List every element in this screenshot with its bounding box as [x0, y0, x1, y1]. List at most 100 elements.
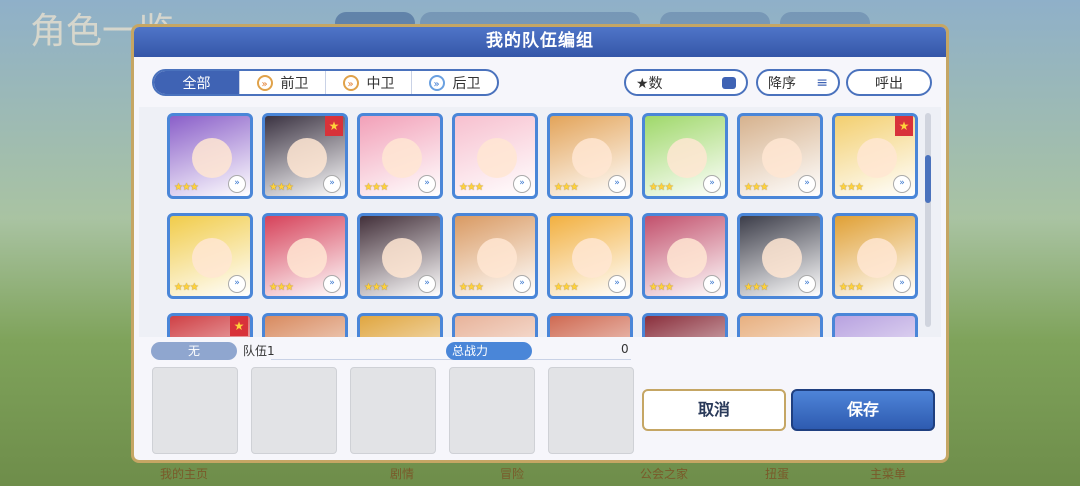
- position-icon: »: [798, 275, 816, 293]
- rearguard-icon: »: [428, 74, 445, 91]
- filter-vanguard[interactable]: » 前卫: [239, 71, 325, 94]
- character-card[interactable]: ★★★ »: [452, 113, 538, 199]
- team-slot-1[interactable]: [152, 367, 238, 454]
- star-rating-icon: ★★★: [744, 282, 769, 293]
- order-label: 降序: [768, 75, 796, 92]
- star-rating-icon: ★★★: [174, 182, 199, 193]
- team-edit-dialog: 我的队伍编组 全部 » 前卫 » 中卫 » 后卫 ★数 降序 ≡ 呼出 ★★★ …: [131, 24, 949, 463]
- character-card[interactable]: ★★★»: [737, 113, 823, 199]
- dialog-title: 我的队伍编组: [134, 27, 946, 57]
- star-rating-icon: ★★★: [649, 182, 674, 193]
- call-label: 呼出: [875, 75, 903, 92]
- character-card[interactable]: ★★★ »: [167, 113, 253, 199]
- bg-nav-menu: 主菜单: [870, 467, 907, 481]
- position-icon: »: [798, 175, 816, 193]
- bg-nav-home: 我的主页: [160, 467, 209, 481]
- character-portrait: [857, 138, 897, 178]
- character-card[interactable]: ★★★»★: [832, 113, 918, 199]
- character-portrait: [762, 238, 802, 278]
- team-slot-4[interactable]: [449, 367, 535, 454]
- character-card[interactable]: ★★★ »: [642, 113, 728, 199]
- character-card[interactable]: ★★★»: [737, 313, 823, 337]
- character-card[interactable]: ★★★»: [357, 313, 443, 337]
- filter-all[interactable]: 全部: [154, 71, 239, 94]
- position-icon: »: [228, 175, 246, 193]
- character-card[interactable]: ★★★ »: [832, 213, 918, 299]
- star-rating-icon: ★★★: [554, 182, 579, 193]
- position-icon: »: [513, 275, 531, 293]
- character-card[interactable]: ★★★ »: [737, 213, 823, 299]
- team-slot-3[interactable]: [350, 367, 436, 454]
- midguard-icon: »: [342, 74, 359, 91]
- character-portrait: [667, 138, 707, 178]
- position-icon: »: [703, 275, 721, 293]
- star-rating-icon: ★★★: [554, 282, 579, 293]
- character-portrait: [477, 138, 517, 178]
- cancel-button[interactable]: 取消: [642, 389, 786, 431]
- filter-row: 全部 » 前卫 » 中卫 » 后卫 ★数 降序 ≡ 呼出: [150, 69, 932, 97]
- position-icon: »: [418, 175, 436, 193]
- character-card[interactable]: ★★★ » ★: [262, 113, 348, 199]
- character-portrait: [287, 238, 327, 278]
- save-button[interactable]: 保存: [791, 389, 935, 431]
- filter-rearguard[interactable]: » 后卫: [411, 71, 497, 94]
- sort-label: ★数: [636, 75, 663, 92]
- call-button[interactable]: 呼出: [846, 69, 932, 96]
- sort-icon: [722, 76, 736, 89]
- position-icon: »: [608, 275, 626, 293]
- position-filter: 全部 » 前卫 » 中卫 » 后卫: [152, 69, 499, 96]
- character-card[interactable]: ★★★»: [357, 113, 443, 199]
- scrollbar[interactable]: [925, 113, 931, 327]
- filter-rearguard-label: 后卫: [452, 75, 481, 92]
- team-slot-2[interactable]: [251, 367, 337, 454]
- star-rating-icon: ★★★: [174, 282, 199, 293]
- favorite-star-icon: ★: [325, 116, 343, 136]
- character-card[interactable]: ★★★»: [642, 313, 728, 337]
- filter-vanguard-label: 前卫: [280, 75, 309, 92]
- team-info-row: 无 队伍1 总战力 0: [151, 340, 929, 360]
- team-slot-5[interactable]: [548, 367, 634, 454]
- character-list: ★★★» ★★★» ★ ★★★» ★★★» ★★★» ★★★» ★★★» ★★★» ★ ★★★» ★★…: [139, 107, 941, 337]
- position-icon: »: [513, 175, 531, 193]
- character-portrait: [287, 138, 327, 178]
- position-icon: »: [228, 275, 246, 293]
- filter-midguard[interactable]: » 中卫: [325, 71, 411, 94]
- character-portrait: [192, 138, 232, 178]
- filter-midguard-label: 中卫: [366, 75, 395, 92]
- character-portrait: [857, 238, 897, 278]
- sort-order-icon: ≡: [816, 74, 828, 91]
- sort-by-stars-button[interactable]: ★数: [624, 69, 748, 96]
- favorite-star-icon: ★: [895, 116, 913, 136]
- character-portrait: [667, 238, 707, 278]
- vanguard-icon: »: [256, 74, 273, 91]
- order-button[interactable]: 降序 ≡: [756, 69, 840, 96]
- character-card[interactable]: ★★★»: [832, 313, 918, 337]
- star-rating-icon: ★★★: [459, 182, 484, 193]
- character-card[interactable]: ★★★»: [452, 313, 538, 337]
- character-card[interactable]: ★★★»: [547, 313, 633, 337]
- total-power-value: 0: [621, 342, 629, 356]
- star-rating-icon: ★★★: [459, 282, 484, 293]
- position-icon: »: [703, 175, 721, 193]
- character-card[interactable]: ★★★»: [262, 313, 348, 337]
- bg-nav-gacha: 扭蛋: [765, 467, 790, 481]
- character-card[interactable]: ★★★»★: [167, 313, 253, 337]
- star-rating-icon: ★★★: [839, 282, 864, 293]
- total-power-label: 总战力: [446, 342, 532, 360]
- star-rating-icon: ★★★: [839, 182, 864, 193]
- favorite-star-icon: ★: [230, 316, 248, 336]
- team-label-tag: 无: [151, 342, 237, 360]
- character-card[interactable]: ★★★ »: [547, 213, 633, 299]
- character-card[interactable]: ★★★»: [357, 213, 443, 299]
- star-rating-icon: ★★★: [269, 182, 294, 193]
- position-icon: »: [893, 275, 911, 293]
- character-card[interactable]: ★★★»: [262, 213, 348, 299]
- character-card[interactable]: ★★★»: [642, 213, 728, 299]
- scrollbar-thumb[interactable]: [925, 155, 931, 203]
- character-card[interactable]: ★★★»: [547, 113, 633, 199]
- position-icon: »: [323, 175, 341, 193]
- bg-nav-guild: 公会之家: [640, 467, 689, 481]
- position-icon: »: [323, 275, 341, 293]
- character-card[interactable]: ★★★ »: [167, 213, 253, 299]
- character-card[interactable]: ★★★ »: [452, 213, 538, 299]
